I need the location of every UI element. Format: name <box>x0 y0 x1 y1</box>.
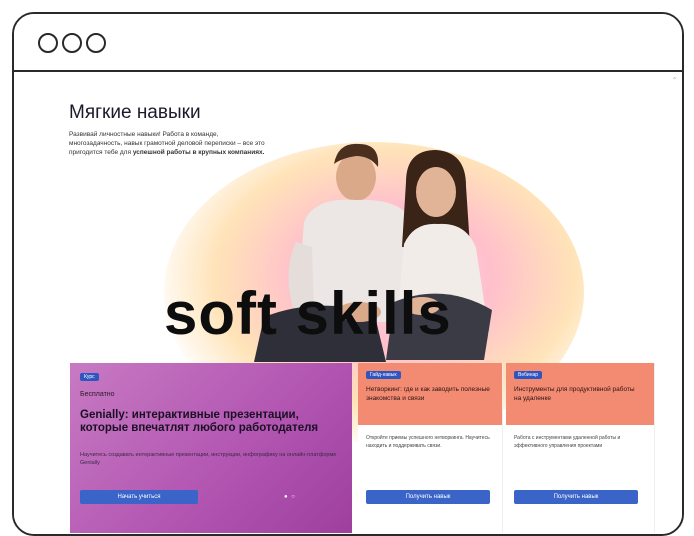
course-card-networking[interactable]: Гайд-навык Нетворкинг: где и как заводит… <box>358 363 503 533</box>
course-card-genially[interactable]: Курс Бесплатно Genially: интерактивные п… <box>70 363 352 533</box>
card-badge: Курс <box>80 373 99 381</box>
window-control-circle-icon[interactable] <box>62 33 82 53</box>
get-skill-button[interactable]: Получить навык <box>366 490 490 504</box>
course-card-remote-tools[interactable]: Вебинар Инструменты для продуктивной раб… <box>506 363 655 533</box>
page-content: ⌃ Мягкие навыки Развивай личностные навы… <box>14 72 682 534</box>
card-title[interactable]: Нетворкинг: где и как заводить полезные … <box>366 385 494 403</box>
soft-skills-banner: soft skills <box>164 280 452 347</box>
card-description: Откройте приемы успешного нетворкинга. Н… <box>366 435 490 449</box>
carousel-pager[interactable]: ● ○ <box>284 494 296 500</box>
card-badge: Вебинар <box>514 371 543 379</box>
get-skill-button[interactable]: Получить навык <box>514 490 638 504</box>
card-description: Научитесь создавать интерактивные презен… <box>80 452 337 466</box>
card-title[interactable]: Инструменты для продуктивной работы на у… <box>514 385 642 403</box>
start-learning-button[interactable]: Начать учиться <box>80 490 198 504</box>
card-badge: Гайд-навык <box>366 371 401 379</box>
card-header: Гайд-навык Нетворкинг: где и как заводит… <box>358 363 502 425</box>
card-description: Работа с инструментами удаленной работы … <box>514 435 621 449</box>
card-title[interactable]: Genially: интерактивные презентации, кот… <box>80 409 342 435</box>
browser-window: ⌃ Мягкие навыки Развивай личностные навы… <box>12 12 684 536</box>
card-header: Вебинар Инструменты для продуктивной раб… <box>506 363 654 425</box>
window-titlebar <box>14 14 682 72</box>
window-control-circle-icon[interactable] <box>38 33 58 53</box>
price-label: Бесплатно <box>80 391 115 398</box>
window-control-circle-icon[interactable] <box>86 33 106 53</box>
